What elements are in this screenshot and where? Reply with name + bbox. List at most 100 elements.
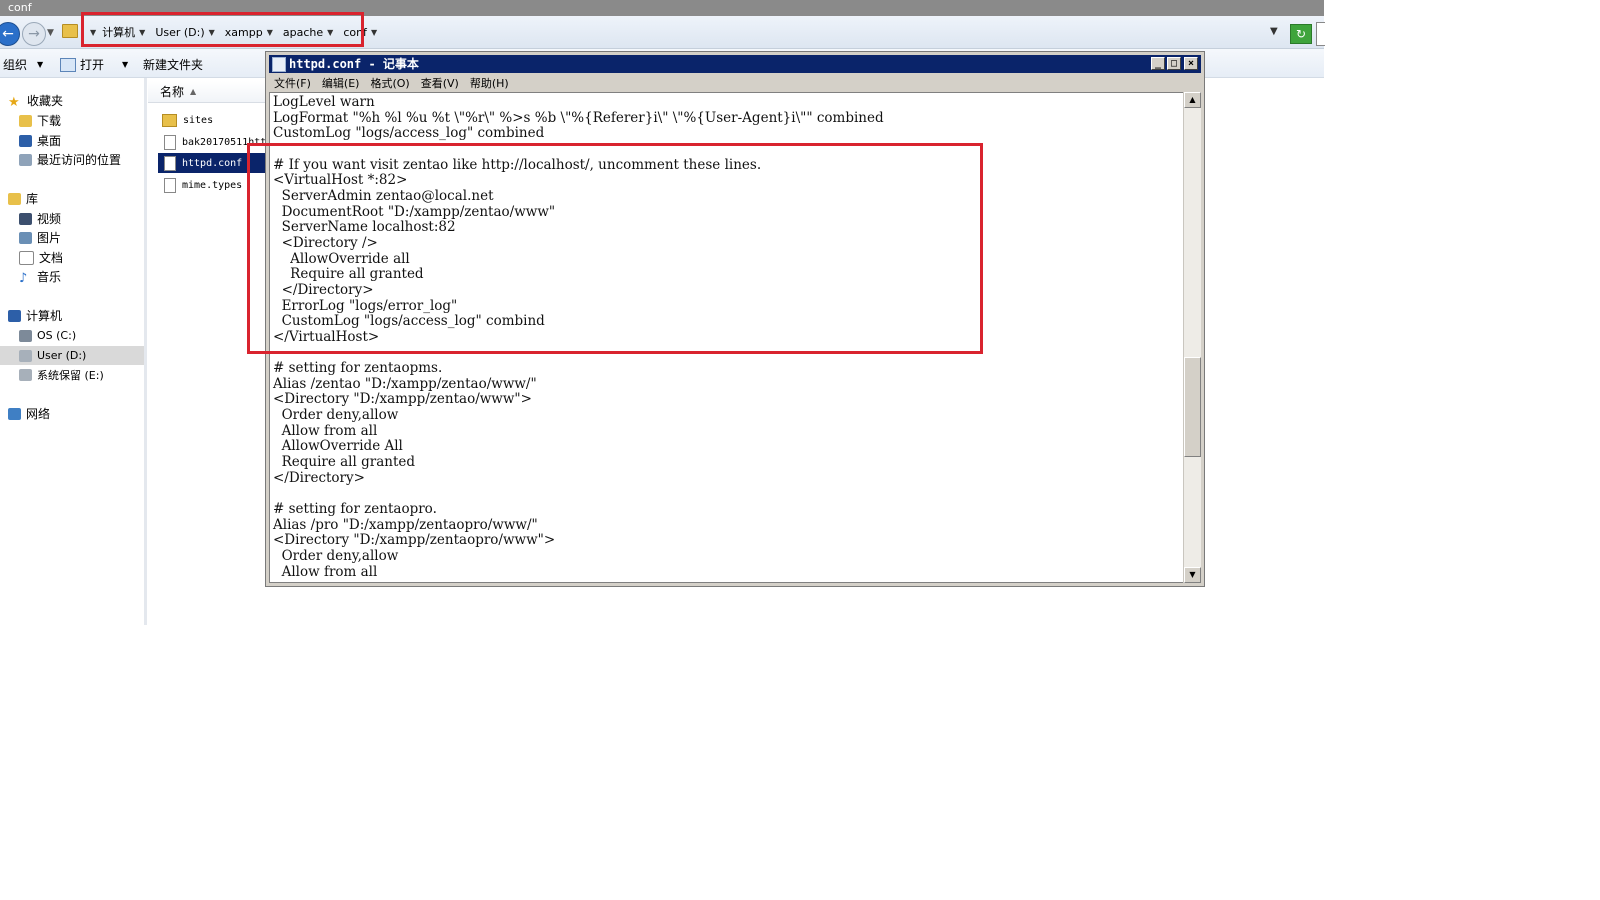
download-folder-icon [19,114,32,127]
chevron-down-icon: ▼ [122,60,129,69]
menu-file[interactable]: 文件(F) [269,75,317,91]
file-name: bak20170511httpd.conf [182,136,266,148]
desktop-icon [19,134,32,147]
list-item[interactable]: httpd.conf [158,153,266,173]
sidebar-item-music[interactable]: ♪ 音乐 [19,267,163,286]
breadcrumb-item-conf[interactable]: conf ▼ [339,26,381,39]
column-header-name[interactable]: 名称 ▲ [148,81,266,103]
picture-icon [19,231,32,244]
document-icon [19,250,34,265]
chevron-down-icon[interactable]: ▼ [267,28,273,37]
sidebar-label: 系统保留 (E:) [37,368,104,382]
address-row: ← → ▼ ▼ 计算机 ▼ User (D:) ▼ xampp ▼ apache ▼ c… [0,16,1325,49]
file-name: sites [183,114,214,126]
open-label: 打开 [80,58,105,72]
network-icon [8,407,21,420]
menu-help[interactable]: 帮助(H) [465,75,515,91]
menu-format[interactable]: 格式(O) [365,75,415,91]
refresh-icon[interactable]: ↻ [1290,24,1312,44]
breadcrumb-item-apache[interactable]: apache ▼ [279,26,337,39]
sidebar-label: User (D:) [37,349,87,362]
sidebar-item-network[interactable]: 网络 [8,404,152,423]
file-list: 名称 ▲ sites bak20170511httpd.conf httpd.co… [148,78,266,625]
drive-icon [19,368,32,381]
sort-ascending-icon: ▲ [190,87,197,96]
search-input[interactable] [1316,22,1325,46]
list-item[interactable]: bak20170511httpd.conf [158,132,266,152]
breadcrumb-label: xampp [224,25,263,39]
sidebar-item-videos[interactable]: 视频 [19,209,163,228]
menu-edit[interactable]: 编辑(E) [317,75,366,91]
drive-icon [19,329,32,342]
chevron-down-icon[interactable]: ▼ [139,28,145,37]
sidebar-label: 视频 [37,212,62,226]
scroll-down-icon[interactable]: ▼ [1184,567,1201,583]
sidebar-item-downloads[interactable]: 下载 [19,111,163,130]
organize-label: 组织 [3,58,28,72]
menu-view[interactable]: 查看(V) [416,75,465,91]
sidebar-item-recent[interactable]: 最近访问的位置 [19,150,163,169]
file-name: mime.types [182,179,243,191]
close-button[interactable]: × [1184,57,1198,70]
notepad-menubar: 文件(F) 编辑(E) 格式(O) 查看(V) 帮助(H) [269,74,1201,92]
sidebar-item-documents[interactable]: 文档 [19,248,163,267]
history-dropdown-icon[interactable]: ▼ [47,28,54,38]
sidebar-label: OS (C:) [37,329,77,342]
new-folder-label: 新建文件夹 [143,58,204,72]
chevron-down-icon[interactable]: ▼ [371,28,377,37]
sidebar-item-drive-e[interactable]: 系统保留 (E:) [19,365,163,384]
maximize-button[interactable]: □ [1167,57,1181,70]
address-dropdown-icon[interactable]: ▼ [1270,26,1278,37]
open-button[interactable]: 打开 ▼ [60,56,128,73]
chevron-down-icon[interactable]: ▼ [90,28,96,37]
notepad-titlebar[interactable]: httpd.conf - 记事本 _ □ × [269,55,1201,73]
explorer-titlebar: conf [0,0,1324,16]
sidebar-item-pictures[interactable]: 图片 [19,228,163,247]
list-item[interactable]: sites [158,110,266,130]
breadcrumb-item-xampp[interactable]: xampp ▼ [221,26,277,39]
breadcrumb-item-drive[interactable]: User (D:) ▼ [151,26,218,39]
chevron-down-icon[interactable]: ▼ [209,28,215,37]
column-header-label: 名称 [160,85,185,99]
explorer-title: conf [8,1,32,14]
navigation-pane: ★ 收藏夹 下载 桌面 最近访问的位置 库 视频 图片 文档 ♪ 音乐 计算机 OS… [0,78,147,625]
scroll-up-icon[interactable]: ▲ [1184,92,1201,108]
sidebar-label: 音乐 [37,270,62,284]
sidebar-label: 收藏夹 [27,94,64,108]
sidebar-label: 计算机 [26,309,63,323]
breadcrumb-item-computer[interactable]: 计算机 ▼ [98,24,149,40]
file-icon [164,177,176,193]
notepad-window: httpd.conf - 记事本 _ □ × 文件(F) 编辑(E) 格式(O)… [265,51,1205,587]
new-folder-button[interactable]: 新建文件夹 [143,56,203,73]
sidebar-item-drive-d[interactable]: User (D:) [0,346,144,365]
music-icon: ♪ [19,270,28,286]
video-icon [19,212,32,225]
sidebar-item-computer[interactable]: 计算机 [8,306,152,325]
sidebar-item-desktop[interactable]: 桌面 [19,131,163,150]
back-button[interactable]: ← [0,22,20,46]
breadcrumb-label: apache [282,25,324,39]
sidebar-item-favorites[interactable]: ★ 收藏夹 [8,91,152,110]
organize-button[interactable]: 组织 ▼ [3,56,43,73]
star-icon: ★ [8,94,20,110]
breadcrumb[interactable]: ▼ 计算机 ▼ User (D:) ▼ xampp ▼ apache ▼ conf ▼ [82,16,389,48]
sidebar-label: 网络 [26,407,51,421]
file-content[interactable]: LogLevel warn LogFormat "%h %l %u %t \"%… [273,94,884,580]
sidebar-item-drive-c[interactable]: OS (C:) [19,326,163,345]
computer-icon [8,309,21,322]
sidebar-label: 图片 [37,231,62,245]
sidebar-label: 库 [26,192,39,206]
notepad-text-area[interactable]: LogLevel warn LogFormat "%h %l %u %t \"%… [269,92,1188,583]
open-icon [60,57,76,72]
minimize-button[interactable]: _ [1151,57,1165,70]
list-item[interactable]: mime.types [158,175,266,195]
file-icon [164,134,176,150]
chevron-down-icon[interactable]: ▼ [327,28,333,37]
vertical-scrollbar[interactable]: ▲ ▼ [1183,92,1201,583]
forward-button[interactable]: → [22,22,46,46]
scrollbar-thumb[interactable] [1184,357,1201,457]
notepad-icon [272,57,286,72]
sidebar-item-library[interactable]: 库 [8,189,152,208]
sidebar-label: 下载 [37,114,62,128]
breadcrumb-label: User (D:) [155,25,205,39]
